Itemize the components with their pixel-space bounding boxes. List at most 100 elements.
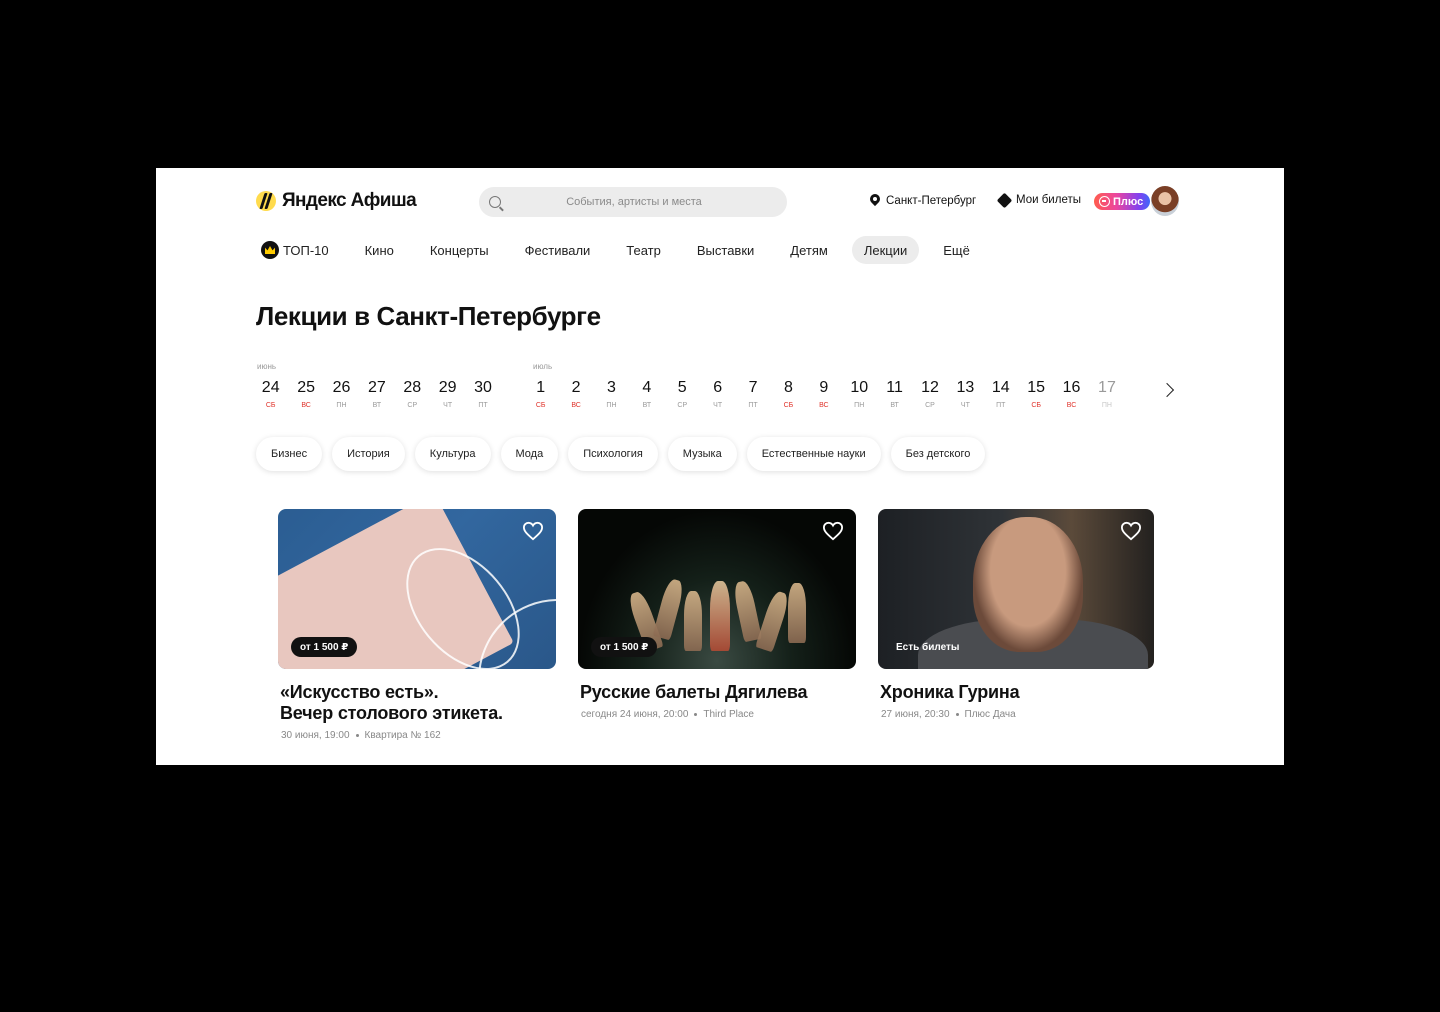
nav-item-cinema[interactable]: Кино [353, 236, 406, 264]
calendar-day[interactable]: 27 вт [359, 378, 394, 411]
page-frame: Яндекс Афиша Санкт-Петербург Мои билеты … [156, 168, 1284, 765]
calendar-day[interactable]: 24 сб [253, 378, 288, 411]
plus-label: Плюс [1113, 195, 1144, 208]
nav-item-theatre[interactable]: Театр [614, 236, 673, 264]
calendar-day[interactable]: 3 пн [594, 378, 629, 411]
calendar-day[interactable]: 10 пн [842, 378, 877, 411]
city-selector[interactable]: Санкт-Петербург [870, 194, 976, 207]
day-weekday: сб [1031, 402, 1041, 409]
search-bar[interactable] [479, 187, 787, 217]
day-weekday: вс [301, 402, 311, 409]
day-weekday: ср [677, 402, 688, 409]
search-icon [489, 196, 501, 208]
event-image[interactable]: от 1 500 ₽ [578, 509, 856, 669]
calendar-day[interactable]: 7 пт [735, 378, 770, 411]
day-number: 11 [886, 379, 903, 396]
day-weekday: пн [1101, 402, 1112, 409]
search-input[interactable] [501, 196, 767, 208]
category-nav: ТОП-10 Кино Концерты Фестивали Театр Выс… [256, 236, 994, 264]
filter-chip[interactable]: Естественные науки [746, 437, 881, 471]
day-weekday: сб [265, 402, 276, 409]
day-weekday: пн [606, 402, 617, 409]
filter-chip[interactable]: История [332, 437, 405, 471]
event-meta: 27 июня, 20:30 Плюс Дача [878, 709, 1154, 720]
ticket-icon [996, 192, 1013, 208]
calendar-day[interactable]: 2 вс [558, 378, 593, 411]
calendar-day[interactable]: 17 пн [1089, 378, 1124, 411]
event-image[interactable]: от 1 500 ₽ [278, 509, 556, 669]
event-image[interactable]: Есть билеты [878, 509, 1154, 669]
logo[interactable]: Яндекс Афиша [256, 190, 417, 212]
favorite-heart-icon[interactable] [522, 521, 544, 541]
day-number: 24 [261, 379, 280, 396]
nav-item-more[interactable]: Ещё [931, 236, 982, 264]
calendar-day[interactable]: 16 вс [1054, 378, 1089, 411]
day-number: 15 [1027, 379, 1046, 396]
day-weekday: пн [336, 402, 347, 409]
event-date: 30 июня, 19:00 [281, 730, 350, 741]
day-number: 4 [642, 379, 652, 396]
nav-item-kids[interactable]: Детям [778, 236, 840, 264]
filter-chip[interactable]: Культура [414, 437, 491, 471]
nav-item-lectures[interactable]: Лекции [851, 236, 920, 264]
filter-chip[interactable]: Мода [500, 437, 559, 471]
day-weekday: чт [960, 402, 970, 409]
day-number: 26 [332, 379, 351, 396]
calendar-july: 1 сб 2 вс 3 пн 4 вт 5 ср 6 чт 7 пт 8 сб 9 вс 10 пн 11 вт 12 ср 1… [523, 378, 1125, 411]
favorite-heart-icon[interactable] [1120, 521, 1142, 541]
nav-item-top10[interactable]: ТОП-10 [256, 236, 341, 264]
nav-item-concerts[interactable]: Концерты [418, 236, 501, 264]
calendar-day[interactable]: 14 пт [983, 378, 1018, 411]
day-number: 2 [571, 379, 581, 396]
event-title[interactable]: Русские балеты Дягилева [578, 682, 856, 703]
topic-filters: Бизнес История Культура Мода Психология Музык… [256, 437, 986, 471]
filter-chip[interactable]: Музыка [667, 437, 737, 471]
day-number: 7 [748, 379, 758, 396]
day-number: 1 [536, 379, 546, 396]
nav-item-festivals[interactable]: Фестивали [513, 236, 603, 264]
event-card[interactable]: от 1 500 ₽ «Искусство есть». Вечер столо… [278, 509, 556, 741]
calendar-day[interactable]: 6 чт [700, 378, 735, 411]
day-weekday: пт [478, 402, 488, 409]
my-tickets-link[interactable]: Мои билеты [996, 192, 1081, 208]
event-title[interactable]: Хроника Гурина [878, 682, 1154, 703]
calendar-day[interactable]: 25 вс [288, 378, 323, 411]
event-title[interactable]: «Искусство есть». Вечер столового этикет… [278, 682, 556, 724]
calendar-day[interactable]: 29 чт [430, 378, 465, 411]
filter-chip[interactable]: Без детского [890, 437, 986, 471]
calendar-day[interactable]: 30 пт [465, 378, 500, 411]
day-weekday: вт [372, 402, 382, 409]
day-number: 9 [819, 379, 829, 396]
calendar-day[interactable]: 28 ср [395, 378, 430, 411]
favorite-heart-icon[interactable] [822, 521, 844, 541]
avatar[interactable] [1151, 186, 1179, 216]
day-number: 8 [783, 379, 793, 396]
calendar-day[interactable]: 1 сб [523, 378, 558, 411]
day-number: 6 [713, 379, 723, 396]
event-place: Квартира № 162 [364, 730, 441, 741]
event-card[interactable]: Есть билеты Хроника Гурина 27 июня, 20:3… [878, 509, 1154, 720]
calendar-day[interactable]: 12 ср [912, 378, 947, 411]
calendar-next-arrow-icon[interactable] [1158, 380, 1178, 400]
filter-chip[interactable]: Бизнес [256, 437, 323, 471]
crown-icon [261, 241, 279, 259]
event-date: сегодня 24 июня, 20:00 [581, 709, 689, 720]
calendar-day[interactable]: 26 пн [324, 378, 359, 411]
plus-button[interactable]: Плюс [1094, 193, 1151, 210]
day-number: 17 [1098, 379, 1116, 396]
page-title: Лекции в Санкт-Петербурге [256, 301, 601, 331]
calendar-day[interactable]: 15 сб [1018, 378, 1053, 411]
calendar-day[interactable]: 11 вт [877, 378, 912, 411]
tickets-available-badge: Есть билеты [896, 641, 960, 653]
calendar-day[interactable]: 9 вс [806, 378, 841, 411]
filter-chip[interactable]: Психология [568, 437, 658, 471]
calendar-day[interactable]: 5 ср [665, 378, 700, 411]
day-number: 28 [403, 379, 422, 396]
calendar-day[interactable]: 4 вт [629, 378, 664, 411]
calendar-day[interactable]: 8 сб [771, 378, 806, 411]
day-weekday: вт [890, 402, 899, 409]
calendar-day[interactable]: 13 чт [948, 378, 983, 411]
event-card[interactable]: от 1 500 ₽ Русские балеты Дягилева сегод… [578, 509, 856, 720]
nav-item-exhibitions[interactable]: Выставки [685, 236, 766, 264]
day-weekday: вс [571, 402, 581, 409]
